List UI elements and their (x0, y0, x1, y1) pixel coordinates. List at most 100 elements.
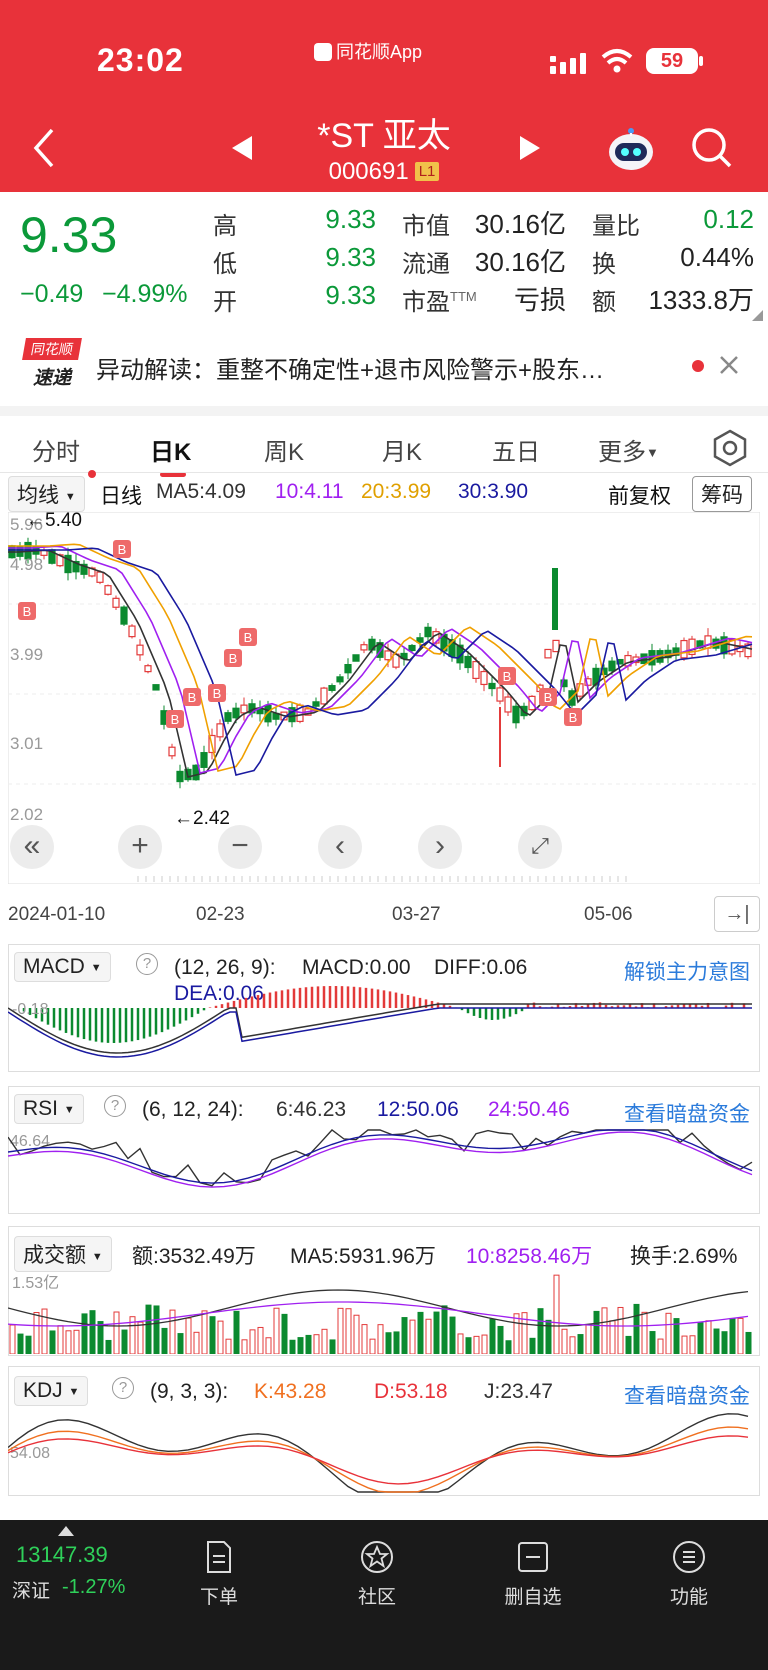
kdj-name: KDJ (23, 1379, 63, 1402)
candle-body (424, 626, 432, 638)
volume-bar (113, 1311, 120, 1354)
news-logo-bottom: 速递 (32, 368, 71, 389)
chips-button[interactable]: 筹码 (692, 476, 752, 512)
rsi-line (8, 1129, 753, 1184)
expand-corner-icon[interactable] (750, 308, 764, 322)
volume-bar (681, 1335, 688, 1354)
news-logo: 同花顺 速递 (22, 338, 82, 390)
ma-dot (88, 470, 96, 478)
battery-icon: 59 (646, 48, 698, 74)
volume-bar (97, 1321, 104, 1354)
chevron-down-icon: ▼ (64, 491, 76, 503)
candle-body (352, 654, 360, 662)
remove-watchlist-label: 删自选 (504, 1587, 562, 1608)
macd-diff: DIFF:0.06 (434, 956, 528, 979)
date-label: 2024-01-10 (8, 904, 106, 925)
volume-chart: 1.53亿 (8, 1274, 752, 1354)
rsi-link[interactable]: 查看暗盘资金 (624, 1098, 750, 1128)
volume-bar (729, 1317, 736, 1354)
pe-label-text: 市盈 (402, 289, 450, 316)
kdj-k: K:43.28 (254, 1380, 327, 1403)
volume-bar (217, 1320, 224, 1354)
news-bar[interactable]: 同花顺 速递 异动解读：重整不确定性+退市风险警示+股东… (0, 330, 768, 400)
volume-name: 成交额 (23, 1244, 86, 1267)
scroll-left-fast-icon[interactable]: « (10, 825, 54, 869)
volume-bar (537, 1308, 544, 1354)
candle-body (480, 670, 488, 686)
candle-body (488, 682, 496, 690)
zoom-out-icon[interactable]: − (218, 825, 262, 869)
volume-bar (401, 1317, 408, 1354)
volume-bar (489, 1318, 496, 1354)
volume-bar (513, 1313, 520, 1354)
order-button[interactable]: 下单 (164, 1540, 274, 1609)
tab-more[interactable]: 更多▼ (598, 432, 659, 467)
kdj-link[interactable]: 查看暗盘资金 (624, 1380, 750, 1410)
ma-indicator-dropdown[interactable]: 均线 ▼ (8, 476, 85, 512)
help-icon[interactable]: ? (104, 1095, 126, 1117)
community-button[interactable]: 社区 (322, 1540, 432, 1609)
menu-circle-icon (673, 1541, 705, 1573)
high-price-label: ←5.40 (26, 512, 82, 531)
buy-signal-text: B (229, 651, 238, 666)
volume-bar (633, 1303, 640, 1354)
macd-value: MACD:0.00 (302, 956, 411, 979)
volume-bar (257, 1326, 264, 1354)
robot-assistant-icon[interactable] (606, 124, 656, 174)
jump-latest-icon[interactable]: →| (714, 896, 760, 932)
close-icon[interactable] (718, 354, 740, 376)
tab-intraday[interactable]: 分时 (32, 432, 80, 467)
tab-five-day[interactable]: 五日 (492, 432, 540, 467)
tab-monthly-k[interactable]: 月K (382, 432, 422, 467)
float-cap-value: 30.16亿 (474, 247, 566, 277)
rsi-name: RSI (23, 1097, 59, 1120)
scroll-left-icon[interactable]: ‹ (318, 825, 362, 869)
rsi-dropdown[interactable]: RSI ▼ (14, 1094, 84, 1124)
turnover-label: 换 (592, 251, 616, 278)
y-axis-tick: 54.08 (10, 1445, 50, 1462)
volume-bar (473, 1335, 480, 1354)
kdj-dropdown[interactable]: KDJ ▼ (14, 1376, 89, 1406)
candle-body (128, 625, 136, 638)
amount-value: 1333.8万 (648, 285, 754, 315)
battery-tip (699, 56, 703, 66)
tab-daily-k[interactable]: 日K (150, 432, 191, 467)
battery-level: 59 (660, 50, 684, 72)
candle-body (176, 770, 184, 783)
volume-bar (145, 1304, 152, 1354)
volume-bar (481, 1334, 488, 1354)
zoom-in-icon[interactable]: + (118, 825, 162, 869)
index-value[interactable]: 13147.39 (16, 1542, 108, 1568)
candle-body (136, 644, 144, 656)
volume-bar (201, 1310, 208, 1354)
scroll-right-icon[interactable]: › (418, 825, 462, 869)
remove-watchlist-button[interactable]: 删自选 (478, 1540, 588, 1609)
search-icon[interactable] (690, 126, 734, 170)
help-icon[interactable]: ? (112, 1377, 134, 1399)
functions-label: 功能 (669, 1587, 708, 1608)
wifi-icon (601, 49, 633, 73)
y-axis-tick: -0.18 (12, 1001, 49, 1018)
order-label: 下单 (199, 1587, 238, 1608)
next-stock-icon[interactable] (518, 134, 542, 162)
kdj-j: J:23.47 (484, 1380, 553, 1403)
volume-bar (569, 1336, 576, 1354)
news-text[interactable]: 异动解读：重整不确定性+退市风险警示+股东… (96, 350, 604, 385)
kline-chart[interactable]: BBBB BBBBBB5.964.983.993.012.02←5.40←2.42 (8, 512, 760, 884)
app-name: 同花顺App (314, 38, 422, 64)
volume-bar (433, 1311, 440, 1354)
fullscreen-icon[interactable]: ⤢ (518, 825, 562, 869)
settings-hex-icon[interactable] (710, 428, 750, 468)
adjust-mode[interactable]: 前复权 (608, 480, 671, 510)
help-icon[interactable]: ? (136, 953, 158, 975)
volume-ma5: MA5:5931.96万 (290, 1245, 436, 1268)
kline-info-row: 均线 ▼ 日线 MA5:4.09 10:4.11 20:3.99 30:3.90… (0, 476, 768, 512)
functions-button[interactable]: 功能 (634, 1540, 744, 1609)
volume-bar (577, 1334, 584, 1354)
index-change: -1.27% (62, 1576, 126, 1598)
volume-dropdown[interactable]: 成交额 ▼ (14, 1236, 112, 1272)
volume-bar (377, 1324, 384, 1354)
news-dot (692, 360, 704, 372)
tab-weekly-k[interactable]: 周K (264, 432, 304, 467)
candle-body (168, 746, 176, 757)
